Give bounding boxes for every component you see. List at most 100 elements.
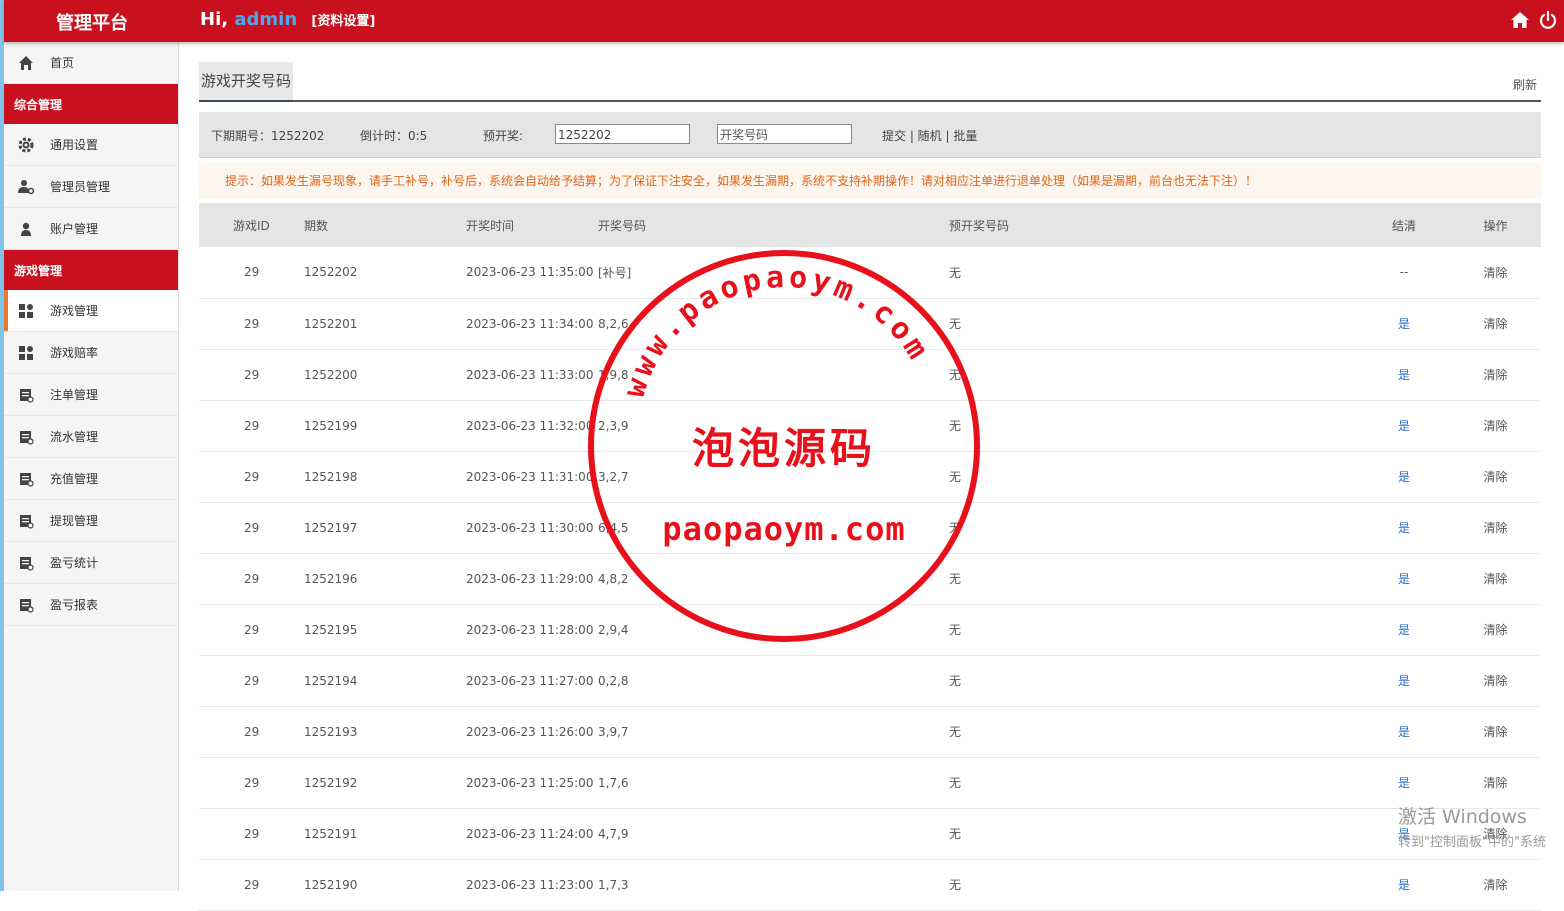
cell-game-id: 29 <box>244 469 260 484</box>
tab-bar: 游戏开奖号码 刷新 <box>199 62 1541 102</box>
cell-settled[interactable]: 是 <box>1358 400 1450 451</box>
table-row: 29 1252190 2023-06-23 11:23:00 1,7,3 无 是清除 <box>199 859 1541 910</box>
cell-draw-time: 2023-06-23 11:24:00 <box>466 826 594 841</box>
cell-period: 1252199 <box>304 418 358 433</box>
cell-preset-number: 无 <box>949 827 962 841</box>
sidebar-item-profit-stats[interactable]: 盈亏统计 <box>4 542 178 584</box>
cell-settled[interactable]: 是 <box>1358 859 1450 910</box>
clear-button[interactable]: 清除 <box>1450 451 1541 502</box>
power-icon[interactable] <box>1538 10 1558 30</box>
table-row: 29 1252194 2023-06-23 11:27:00 0,2,8 无 是清除 <box>199 655 1541 706</box>
cell-preset-number: 无 <box>949 572 962 586</box>
sidebar-item-game-management[interactable]: 游戏管理 <box>4 290 178 332</box>
home-icon[interactable] <box>1510 10 1530 30</box>
sidebar-item-turnover[interactable]: 流水管理 <box>4 416 178 458</box>
sidebar-item-admins[interactable]: 管理员管理 <box>4 166 178 208</box>
cell-game-id: 29 <box>244 265 260 280</box>
cell-period: 1252196 <box>304 571 358 586</box>
clear-button[interactable]: 清除 <box>1450 502 1541 553</box>
sidebar-item-general-settings[interactable]: 通用设置 <box>4 124 178 166</box>
clear-button[interactable]: 清除 <box>1450 706 1541 757</box>
cell-draw-time: 2023-06-23 11:34:00 <box>466 316 594 331</box>
clear-button[interactable]: 清除 <box>1450 859 1541 910</box>
clear-button[interactable]: 清除 <box>1450 298 1541 349</box>
cell-game-id: 29 <box>244 775 260 790</box>
sidebar-section-games[interactable]: 游戏管理 <box>4 250 178 290</box>
clear-button[interactable]: 清除 <box>1450 349 1541 400</box>
cell-draw-number: 3,9,7 <box>598 724 629 739</box>
table-row: 29 1252191 2023-06-23 11:24:00 4,7,9 无是清除 <box>199 808 1541 859</box>
cell-settled[interactable]: 是 <box>1358 553 1450 604</box>
cell-preset-number: 无 <box>949 725 962 739</box>
user-gear-icon <box>17 178 35 196</box>
table-row: 29 1252202 2023-06-23 11:35:00 [补号] 无 -- 清除 <box>199 247 1541 298</box>
col-period: 期数 <box>304 218 329 233</box>
cell-settled[interactable]: 是 <box>1358 502 1450 553</box>
clear-button[interactable]: 清除 <box>1450 400 1541 451</box>
refresh-link[interactable]: 刷新 <box>1513 76 1537 93</box>
sidebar-section-general[interactable]: 综合管理 <box>4 84 178 124</box>
cell-draw-time: 2023-06-23 11:28:00 <box>466 622 594 637</box>
sidebar-item-game-odds[interactable]: 游戏赔率 <box>4 332 178 374</box>
clear-button[interactable]: 清除 <box>1450 604 1541 655</box>
table-row: 29 1252196 2023-06-23 11:29:00 4,8,2 无 是清除 <box>199 553 1541 604</box>
cell-game-id: 29 <box>244 571 260 586</box>
preset-period-input[interactable]: 1252202 <box>555 124 690 144</box>
cell-settled: -- <box>1399 265 1409 280</box>
draw-toolbar: 下期期号：1252202 倒计时：0:5 预开奖: 1252202 开奖号码 提… <box>199 112 1541 158</box>
clear-button[interactable]: 清除 <box>1450 655 1541 706</box>
cell-period: 1252195 <box>304 622 358 637</box>
cell-settled[interactable]: 是 <box>1358 604 1450 655</box>
cell-draw-time: 2023-06-23 11:25:00 <box>466 775 594 790</box>
draw-number-input[interactable]: 开奖号码 <box>717 124 852 144</box>
watermark-line2: 转到"控制面板"中的"系统 <box>1398 835 1546 850</box>
cell-draw-number: [补号] <box>598 265 632 280</box>
cell-settled[interactable]: 是 <box>1358 706 1450 757</box>
username-link[interactable]: admin <box>234 9 297 30</box>
table-row: 29 1252200 2023-06-23 11:33:00 1,9,8 无 是清除 <box>199 349 1541 400</box>
cell-draw-time: 2023-06-23 11:27:00 <box>466 673 594 688</box>
tab-lottery-numbers[interactable]: 游戏开奖号码 <box>199 62 294 102</box>
col-settled: 结清 <box>1391 218 1416 233</box>
cell-draw-number: 0,2,8 <box>598 673 629 688</box>
cell-settled[interactable]: 是 <box>1358 655 1450 706</box>
cell-period: 1252191 <box>304 826 358 841</box>
toolbar-actions[interactable]: 提交 | 随机 | 批量 <box>882 127 977 144</box>
col-actions: 操作 <box>1483 218 1508 233</box>
sidebar-item-label: 游戏管理 <box>50 304 99 318</box>
cell-draw-number: 3,2,7 <box>598 469 629 484</box>
gear-icon <box>17 136 35 154</box>
grid-icon <box>17 344 35 362</box>
sidebar-item-home[interactable]: 首页 <box>4 42 178 84</box>
cell-draw-number: 1,7,6 <box>598 775 629 790</box>
sidebar-item-profit-report[interactable]: 盈亏报表 <box>4 584 178 626</box>
user-icon <box>17 220 35 238</box>
col-game-id: 游戏ID <box>233 218 270 233</box>
sidebar-item-recharge[interactable]: 充值管理 <box>4 458 178 500</box>
cell-settled[interactable]: 是 <box>1358 298 1450 349</box>
cell-preset-number: 无 <box>949 776 962 790</box>
table-row: 29 1252192 2023-06-23 11:25:00 1,7,6 无 是清除 <box>199 757 1541 808</box>
cell-period: 1252193 <box>304 724 358 739</box>
sidebar-item-bets[interactable]: 注单管理 <box>4 374 178 416</box>
cell-game-id: 29 <box>244 316 260 331</box>
profile-settings-link[interactable]: [资料设置] <box>311 14 375 29</box>
cell-settled[interactable]: 是 <box>1358 451 1450 502</box>
sidebar-item-accounts[interactable]: 账户管理 <box>4 208 178 250</box>
sidebar-item-withdraw[interactable]: 提现管理 <box>4 500 178 542</box>
clear-button[interactable]: 清除 <box>1450 757 1541 808</box>
clear-button[interactable]: 清除 <box>1450 247 1541 298</box>
cell-settled[interactable]: 是 <box>1358 757 1450 808</box>
cell-preset-number: 无 <box>949 317 962 331</box>
clear-button[interactable]: 清除 <box>1450 553 1541 604</box>
cell-settled[interactable]: 是 <box>1358 349 1450 400</box>
table-row: 29 1252201 2023-06-23 11:34:00 8,2,6 无 是清除 <box>199 298 1541 349</box>
sidebar-item-label: 盈亏报表 <box>50 598 99 612</box>
greeting: Hi, admin [资料设置] <box>200 9 375 30</box>
cell-game-id: 29 <box>244 724 260 739</box>
cell-draw-time: 2023-06-23 11:30:00 <box>466 520 594 535</box>
sidebar-item-label: 通用设置 <box>50 138 99 152</box>
header-icons <box>1510 10 1558 30</box>
document-icon <box>17 428 35 446</box>
sidebar-item-label: 盈亏统计 <box>50 556 99 570</box>
